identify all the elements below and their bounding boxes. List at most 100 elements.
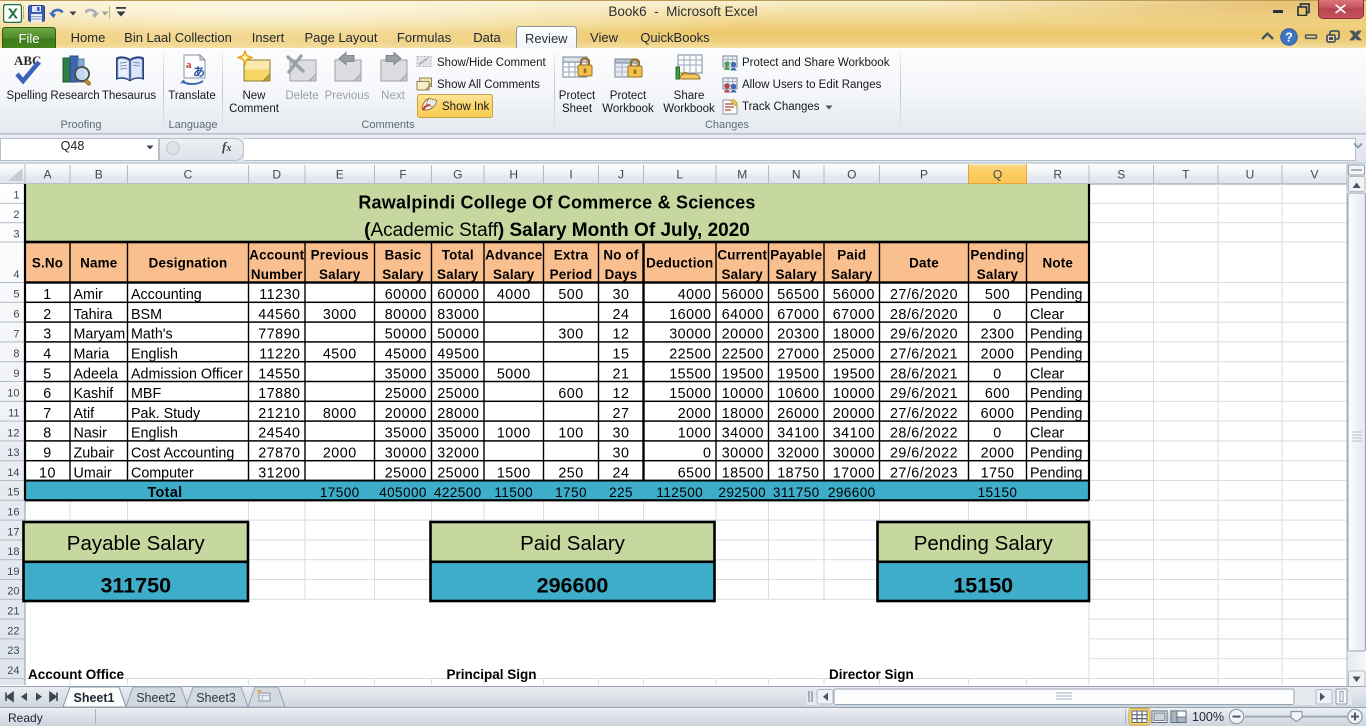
svg-text:32000: 32000 bbox=[777, 446, 819, 462]
svg-text:0: 0 bbox=[993, 426, 1001, 442]
svg-text:25000: 25000 bbox=[385, 386, 427, 402]
svg-text:Clear: Clear bbox=[1030, 426, 1064, 442]
svg-text:1000: 1000 bbox=[497, 426, 531, 442]
svg-text:Paid Salary: Paid Salary bbox=[520, 532, 626, 555]
svg-text:30: 30 bbox=[613, 446, 630, 462]
svg-text:15500: 15500 bbox=[669, 366, 711, 382]
svg-text:Sheet3: Sheet3 bbox=[196, 691, 236, 705]
svg-text:Accounting: Accounting bbox=[131, 287, 202, 303]
svg-text:20000: 20000 bbox=[385, 406, 427, 422]
svg-text:Kashif: Kashif bbox=[74, 386, 114, 402]
svg-text:30000: 30000 bbox=[722, 446, 764, 462]
svg-text:Pending: Pending bbox=[1030, 406, 1083, 422]
svg-text:4: 4 bbox=[13, 269, 19, 281]
svg-text:Umair: Umair bbox=[74, 465, 112, 481]
svg-text:19: 19 bbox=[7, 566, 19, 578]
svg-text:600: 600 bbox=[985, 386, 1010, 402]
svg-text:15: 15 bbox=[7, 487, 19, 499]
svg-text:27000: 27000 bbox=[777, 347, 819, 363]
svg-text:Paid: Paid bbox=[837, 248, 866, 263]
svg-text:Name: Name bbox=[80, 255, 117, 270]
svg-text:422500: 422500 bbox=[434, 485, 482, 500]
svg-text:15150: 15150 bbox=[978, 485, 1018, 500]
svg-text:2: 2 bbox=[13, 209, 19, 221]
svg-text:I: I bbox=[569, 168, 572, 182]
svg-text:Current: Current bbox=[717, 248, 767, 263]
svg-text:Pending: Pending bbox=[1030, 287, 1083, 303]
svg-text:21: 21 bbox=[7, 606, 19, 618]
svg-text:27: 27 bbox=[613, 406, 630, 422]
svg-text:0: 0 bbox=[993, 307, 1001, 323]
svg-text:10600: 10600 bbox=[777, 386, 819, 402]
svg-text:Pending: Pending bbox=[1030, 347, 1083, 363]
svg-text:24540: 24540 bbox=[258, 426, 300, 442]
svg-text:2000: 2000 bbox=[981, 446, 1015, 462]
svg-text:31200: 31200 bbox=[258, 465, 300, 481]
svg-text:4: 4 bbox=[43, 347, 51, 363]
svg-text:6000: 6000 bbox=[981, 406, 1015, 422]
svg-text:100%: 100% bbox=[1192, 710, 1224, 724]
svg-text:8: 8 bbox=[13, 348, 19, 360]
svg-text:Tahira: Tahira bbox=[74, 307, 113, 323]
svg-text:35000: 35000 bbox=[385, 426, 427, 442]
svg-text:600: 600 bbox=[558, 386, 583, 402]
svg-text:Extra: Extra bbox=[554, 248, 589, 263]
svg-text:O: O bbox=[847, 168, 856, 182]
svg-text:P: P bbox=[920, 168, 928, 182]
svg-text:225: 225 bbox=[609, 485, 633, 500]
svg-text:30: 30 bbox=[613, 426, 630, 442]
svg-text:500: 500 bbox=[985, 287, 1010, 303]
svg-text:112500: 112500 bbox=[656, 485, 703, 500]
svg-text:11230: 11230 bbox=[259, 287, 300, 303]
svg-text:Deduction: Deduction bbox=[646, 255, 713, 270]
svg-text:Total: Total bbox=[442, 248, 474, 263]
svg-text:Zubair: Zubair bbox=[74, 446, 115, 462]
svg-text:16000: 16000 bbox=[669, 307, 711, 323]
svg-text:14550: 14550 bbox=[258, 366, 300, 382]
svg-text:Sheet1: Sheet1 bbox=[74, 691, 115, 705]
svg-text:24: 24 bbox=[7, 665, 19, 677]
svg-text:22500: 22500 bbox=[722, 347, 764, 363]
svg-text:56500: 56500 bbox=[777, 287, 819, 303]
svg-text:U: U bbox=[1246, 168, 1255, 182]
svg-text:11220: 11220 bbox=[259, 347, 300, 363]
svg-text:2300: 2300 bbox=[981, 327, 1015, 343]
svg-text:15150: 15150 bbox=[953, 574, 1013, 598]
svg-text:R: R bbox=[1053, 168, 1062, 182]
svg-text:67000: 67000 bbox=[777, 307, 819, 323]
svg-text:Cost Accounting: Cost Accounting bbox=[131, 446, 234, 462]
svg-text:25000: 25000 bbox=[437, 465, 479, 481]
svg-text:J: J bbox=[618, 168, 624, 182]
svg-text:300: 300 bbox=[558, 327, 583, 343]
svg-text:Previous: Previous bbox=[311, 248, 369, 263]
svg-text:35000: 35000 bbox=[437, 426, 479, 442]
svg-text:9: 9 bbox=[13, 368, 19, 380]
svg-text:1750: 1750 bbox=[981, 465, 1015, 481]
svg-text:N: N bbox=[792, 168, 801, 182]
svg-text:9: 9 bbox=[43, 446, 51, 462]
svg-text:20: 20 bbox=[7, 586, 19, 598]
svg-text:44560: 44560 bbox=[258, 307, 300, 323]
svg-text:Salary: Salary bbox=[437, 267, 479, 282]
svg-text:250: 250 bbox=[558, 465, 583, 481]
svg-text:60000: 60000 bbox=[385, 287, 427, 303]
svg-text:24: 24 bbox=[613, 307, 630, 323]
svg-text:23: 23 bbox=[7, 645, 19, 657]
svg-text:10: 10 bbox=[39, 465, 56, 481]
svg-text:25000: 25000 bbox=[437, 386, 479, 402]
svg-text:19500: 19500 bbox=[722, 366, 764, 382]
svg-text:19500: 19500 bbox=[777, 366, 819, 382]
svg-text:T: T bbox=[1182, 168, 1190, 182]
svg-text:12: 12 bbox=[7, 427, 19, 439]
svg-text:Salary: Salary bbox=[977, 267, 1019, 282]
svg-text:Pending: Pending bbox=[970, 248, 1024, 263]
svg-text:6500: 6500 bbox=[678, 465, 712, 481]
svg-text:35000: 35000 bbox=[437, 366, 479, 382]
svg-text:Designation: Designation bbox=[149, 255, 228, 270]
svg-text:Advance: Advance bbox=[485, 248, 542, 263]
svg-text:311750: 311750 bbox=[773, 485, 820, 500]
svg-text:28/6/2020: 28/6/2020 bbox=[890, 307, 958, 323]
svg-text:34100: 34100 bbox=[833, 426, 875, 442]
svg-text:Maryam: Maryam bbox=[74, 327, 126, 343]
svg-text:1000: 1000 bbox=[678, 426, 712, 442]
